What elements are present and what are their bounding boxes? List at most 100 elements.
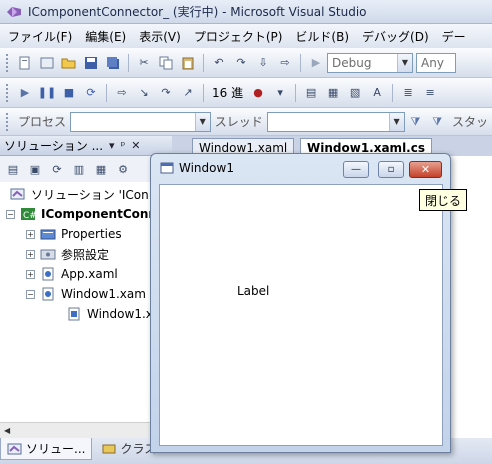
toolbar-grip[interactable] [6,53,9,72]
menu-view[interactable]: 表示(V) [139,28,181,45]
minimize-button[interactable]: — [343,161,369,178]
chevron-down-icon[interactable]: ▼ [388,112,404,131]
platform-combo[interactable]: Any [416,52,456,73]
breakpoint-icon[interactable]: ● [249,84,267,102]
vs-title-bar: IComponentConnector_ (実行中) - Microsoft V… [0,0,492,24]
paste-icon[interactable] [179,54,197,72]
step-out-icon[interactable]: ↗ [179,84,197,102]
refresh-icon[interactable]: ⟳ [48,160,66,178]
standard-toolbar: ✂ ↶ ↷ ⇩ ⇨ ▶ Debug ▼ Any [0,48,492,78]
hex-display-toggle[interactable]: 16 進 [212,84,243,101]
undo-icon[interactable]: ↶ [210,54,228,72]
solution-tree-hscrollbar[interactable]: ◀ [0,422,150,438]
process-label: プロセス [17,115,66,129]
collapse-icon[interactable]: − [26,289,35,299]
collapse-icon[interactable]: − [6,209,15,219]
tree-item-label: IComponentConr [41,207,150,221]
process-combo[interactable]: ▼ [70,111,211,132]
start-debug-icon[interactable]: ▶ [307,54,325,72]
stack-frame-icon[interactable]: ⧩ [428,113,446,131]
chevron-down-icon[interactable]: ▼ [194,112,210,131]
expand-icon[interactable]: + [26,229,35,239]
expand-icon[interactable]: + [26,249,35,259]
cut-icon[interactable]: ✂ [135,54,153,72]
copy-icon[interactable] [157,54,175,72]
toolbar-grip[interactable] [6,83,9,102]
toolbar-separator [128,53,129,72]
save-all-icon[interactable] [104,54,122,72]
break-all-icon[interactable]: ❚❚ [38,84,56,102]
step-into-icon[interactable]: ↘ [135,84,153,102]
restart-icon[interactable]: ⟳ [82,84,100,102]
maximize-button[interactable]: ▫ [378,161,404,178]
filter-icon[interactable]: ⧩ [407,113,425,131]
toolbar-separator [203,53,204,72]
menu-edit[interactable]: 編集(E) [85,28,126,45]
new-project-icon[interactable] [16,54,34,72]
toolbar-icon-d[interactable]: A [368,84,386,102]
tab-solution-explorer[interactable]: ソリュー... [0,438,93,460]
menu-build[interactable]: ビルド(B) [295,28,349,45]
add-item-icon[interactable] [38,54,56,72]
visual-studio-icon [7,6,21,17]
tree-item-window1-xaml-cs[interactable]: Window1.x [66,304,150,324]
open-folder-icon[interactable] [60,54,78,72]
tree-item-window1-xaml[interactable]: − Window1.xam [26,284,146,304]
solution-config-combo[interactable]: Debug ▼ [327,52,413,73]
window-icon [160,162,174,174]
align-left-icon[interactable]: ≣ [399,84,417,102]
view-code-icon[interactable]: ▥ [70,160,88,178]
close-button[interactable]: ✕ [409,161,442,178]
tree-item-app-xaml[interactable]: + App.xaml [26,264,118,284]
toolbar-separator [392,83,394,102]
app-window-titlebar[interactable]: Window1 [151,154,450,182]
vs-window-title: IComponentConnector_ (実行中) - Microsoft V… [28,5,367,19]
scroll-left-icon[interactable]: ◀ [4,426,10,435]
redo-icon[interactable]: ↷ [232,54,250,72]
menu-debug[interactable]: デバッグ(D) [362,28,429,45]
tree-item-references[interactable]: + 参照設定 [26,244,109,264]
continue-icon[interactable]: ▶ [16,84,34,102]
tree-item-properties[interactable]: + Properties [26,224,122,244]
menu-data[interactable]: デー [442,28,466,45]
debug-toolbar: ▶ ❚❚ ■ ⟳ ⇨ ↘ ↷ ↗ 16 進 ● ▾ ▤ ▦ ▧ A ≣ ≡ [0,78,492,108]
solution-explorer-toolbar: ▤ ▣ ⟳ ▥ ▦ ⚙ [0,156,150,182]
chevron-down-icon[interactable]: ▾ [109,139,115,152]
stack-frame-label: スタッ [451,115,488,129]
class-diagram-icon[interactable]: ⚙ [114,160,132,178]
app-window: Window1 — ▫ ✕ Label [150,153,451,453]
align-right-icon[interactable]: ≡ [421,84,439,102]
xaml-file-icon [42,287,54,301]
thread-combo[interactable]: ▼ [266,111,405,132]
pin-icon[interactable]: ᵖ [121,139,126,152]
save-icon[interactable] [82,54,100,72]
tab-label: ソリュー... [26,442,86,456]
tree-item-label: Properties [61,227,122,241]
windows-dropdown-icon[interactable]: ▾ [271,84,289,102]
toolbar-separator [106,83,107,102]
menu-project[interactable]: プロジェクト(P) [194,28,283,45]
navigate-forward-icon[interactable]: ⇨ [276,54,294,72]
toolbar-icon-a[interactable]: ▤ [302,84,320,102]
expand-icon[interactable]: + [26,269,35,279]
solution-config-value: Debug [332,55,372,70]
show-all-files-icon[interactable]: ▣ [26,160,44,178]
toolbar-separator [203,83,204,102]
toolbar-icon-b[interactable]: ▦ [324,84,342,102]
properties-icon[interactable]: ▤ [4,160,22,178]
step-over-icon[interactable]: ↷ [157,84,175,102]
close-icon[interactable]: ✕ [131,139,140,152]
show-next-statement-icon[interactable]: ⇨ [113,84,131,102]
toolbar-separator [300,53,301,72]
stop-debug-icon[interactable]: ■ [60,84,78,102]
navigate-icon[interactable]: ⇩ [254,54,272,72]
toolbar-grip[interactable] [6,112,9,131]
chevron-down-icon[interactable]: ▼ [397,53,412,72]
menu-file[interactable]: ファイル(F) [8,28,72,45]
tree-item-solution[interactable]: ソリューション 'ICon [10,184,149,204]
toolbar-icon-c[interactable]: ▧ [346,84,364,102]
view-designer-icon[interactable]: ▦ [92,160,110,178]
app-window-client-area: Label [159,184,443,446]
tree-item-project[interactable]: − C# IComponentConr [6,204,150,224]
csharp-project-icon: C# [21,208,36,221]
